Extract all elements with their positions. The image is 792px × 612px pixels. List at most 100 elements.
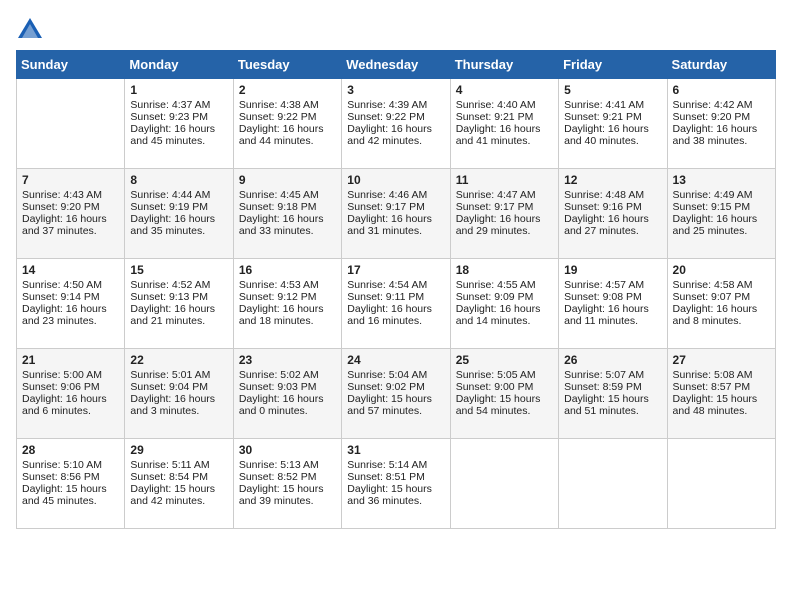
day-number: 12 <box>564 173 661 187</box>
day-info: Daylight: 15 hours and 54 minutes. <box>456 393 553 417</box>
day-cell: 1Sunrise: 4:37 AMSunset: 9:23 PMDaylight… <box>125 79 233 169</box>
day-cell <box>17 79 125 169</box>
day-number: 1 <box>130 83 227 97</box>
day-info: Daylight: 16 hours and 44 minutes. <box>239 123 336 147</box>
day-number: 6 <box>673 83 770 97</box>
day-number: 22 <box>130 353 227 367</box>
day-number: 29 <box>130 443 227 457</box>
day-number: 3 <box>347 83 444 97</box>
header-sunday: Sunday <box>17 51 125 79</box>
day-info: Sunset: 9:11 PM <box>347 291 444 303</box>
day-info: Daylight: 16 hours and 0 minutes. <box>239 393 336 417</box>
day-info: Sunset: 9:14 PM <box>22 291 119 303</box>
day-cell: 12Sunrise: 4:48 AMSunset: 9:16 PMDayligh… <box>559 169 667 259</box>
day-info: Daylight: 16 hours and 35 minutes. <box>130 213 227 237</box>
day-number: 20 <box>673 263 770 277</box>
header-row: SundayMondayTuesdayWednesdayThursdayFrid… <box>17 51 776 79</box>
day-number: 15 <box>130 263 227 277</box>
day-cell: 2Sunrise: 4:38 AMSunset: 9:22 PMDaylight… <box>233 79 341 169</box>
day-info: Sunrise: 4:46 AM <box>347 189 444 201</box>
day-info: Sunset: 9:04 PM <box>130 381 227 393</box>
day-number: 21 <box>22 353 119 367</box>
day-info: Daylight: 16 hours and 29 minutes. <box>456 213 553 237</box>
day-info: Sunset: 9:22 PM <box>347 111 444 123</box>
day-cell: 14Sunrise: 4:50 AMSunset: 9:14 PMDayligh… <box>17 259 125 349</box>
day-info: Daylight: 16 hours and 18 minutes. <box>239 303 336 327</box>
day-cell: 19Sunrise: 4:57 AMSunset: 9:08 PMDayligh… <box>559 259 667 349</box>
day-cell: 17Sunrise: 4:54 AMSunset: 9:11 PMDayligh… <box>342 259 450 349</box>
day-cell: 4Sunrise: 4:40 AMSunset: 9:21 PMDaylight… <box>450 79 558 169</box>
day-cell: 27Sunrise: 5:08 AMSunset: 8:57 PMDayligh… <box>667 349 775 439</box>
day-number: 10 <box>347 173 444 187</box>
header-wednesday: Wednesday <box>342 51 450 79</box>
day-cell <box>559 439 667 529</box>
day-info: Sunset: 8:57 PM <box>673 381 770 393</box>
day-info: Sunset: 9:15 PM <box>673 201 770 213</box>
day-cell: 16Sunrise: 4:53 AMSunset: 9:12 PMDayligh… <box>233 259 341 349</box>
day-info: Sunset: 9:13 PM <box>130 291 227 303</box>
day-info: Daylight: 16 hours and 33 minutes. <box>239 213 336 237</box>
day-cell <box>667 439 775 529</box>
day-info: Daylight: 16 hours and 8 minutes. <box>673 303 770 327</box>
day-info: Sunset: 9:17 PM <box>456 201 553 213</box>
day-info: Sunrise: 4:45 AM <box>239 189 336 201</box>
day-info: Sunset: 9:20 PM <box>673 111 770 123</box>
day-info: Sunrise: 4:39 AM <box>347 99 444 111</box>
day-info: Sunset: 9:21 PM <box>456 111 553 123</box>
day-info: Sunset: 9:22 PM <box>239 111 336 123</box>
day-info: Sunrise: 5:14 AM <box>347 459 444 471</box>
day-info: Sunset: 9:03 PM <box>239 381 336 393</box>
day-info: Sunrise: 5:13 AM <box>239 459 336 471</box>
day-number: 17 <box>347 263 444 277</box>
day-info: Sunrise: 4:50 AM <box>22 279 119 291</box>
day-cell: 21Sunrise: 5:00 AMSunset: 9:06 PMDayligh… <box>17 349 125 439</box>
day-info: Sunrise: 5:08 AM <box>673 369 770 381</box>
day-info: Sunset: 9:20 PM <box>22 201 119 213</box>
day-info: Sunrise: 4:42 AM <box>673 99 770 111</box>
day-cell: 6Sunrise: 4:42 AMSunset: 9:20 PMDaylight… <box>667 79 775 169</box>
day-info: Sunrise: 5:01 AM <box>130 369 227 381</box>
day-info: Sunrise: 4:37 AM <box>130 99 227 111</box>
day-info: Sunrise: 4:44 AM <box>130 189 227 201</box>
day-info: Sunset: 9:19 PM <box>130 201 227 213</box>
logo <box>16 16 48 44</box>
day-number: 14 <box>22 263 119 277</box>
day-cell <box>450 439 558 529</box>
day-number: 30 <box>239 443 336 457</box>
day-info: Daylight: 15 hours and 48 minutes. <box>673 393 770 417</box>
day-number: 18 <box>456 263 553 277</box>
day-info: Daylight: 16 hours and 42 minutes. <box>347 123 444 147</box>
day-info: Daylight: 16 hours and 3 minutes. <box>130 393 227 417</box>
day-cell: 26Sunrise: 5:07 AMSunset: 8:59 PMDayligh… <box>559 349 667 439</box>
day-cell: 11Sunrise: 4:47 AMSunset: 9:17 PMDayligh… <box>450 169 558 259</box>
day-info: Sunrise: 4:57 AM <box>564 279 661 291</box>
day-info: Sunset: 9:00 PM <box>456 381 553 393</box>
day-cell: 13Sunrise: 4:49 AMSunset: 9:15 PMDayligh… <box>667 169 775 259</box>
day-info: Sunset: 9:21 PM <box>564 111 661 123</box>
day-cell: 9Sunrise: 4:45 AMSunset: 9:18 PMDaylight… <box>233 169 341 259</box>
day-cell: 3 Sunrise: 4:39 AMSunset: 9:22 PMDaylight… <box>342 79 450 169</box>
day-number: 19 <box>564 263 661 277</box>
day-info: Sunrise: 5:05 AM <box>456 369 553 381</box>
day-info: Daylight: 15 hours and 51 minutes. <box>564 393 661 417</box>
day-info: Sunset: 9:12 PM <box>239 291 336 303</box>
header-thursday: Thursday <box>450 51 558 79</box>
day-cell: 20Sunrise: 4:58 AMSunset: 9:07 PMDayligh… <box>667 259 775 349</box>
day-info: Daylight: 16 hours and 6 minutes. <box>22 393 119 417</box>
day-info: Sunrise: 4:53 AM <box>239 279 336 291</box>
header-friday: Friday <box>559 51 667 79</box>
day-number: 23 <box>239 353 336 367</box>
week-row-1: 1Sunrise: 4:37 AMSunset: 9:23 PMDaylight… <box>17 79 776 169</box>
day-number: 8 <box>130 173 227 187</box>
day-info: Sunset: 8:56 PM <box>22 471 119 483</box>
day-info: Sunset: 9:02 PM <box>347 381 444 393</box>
header-monday: Monday <box>125 51 233 79</box>
day-number: 28 <box>22 443 119 457</box>
day-info: Daylight: 16 hours and 37 minutes. <box>22 213 119 237</box>
day-info: Daylight: 15 hours and 42 minutes. <box>130 483 227 507</box>
day-number: 9 <box>239 173 336 187</box>
day-cell: 29Sunrise: 5:11 AMSunset: 8:54 PMDayligh… <box>125 439 233 529</box>
day-info: Sunrise: 5:07 AM <box>564 369 661 381</box>
day-info: Sunrise: 4:38 AM <box>239 99 336 111</box>
header-tuesday: Tuesday <box>233 51 341 79</box>
